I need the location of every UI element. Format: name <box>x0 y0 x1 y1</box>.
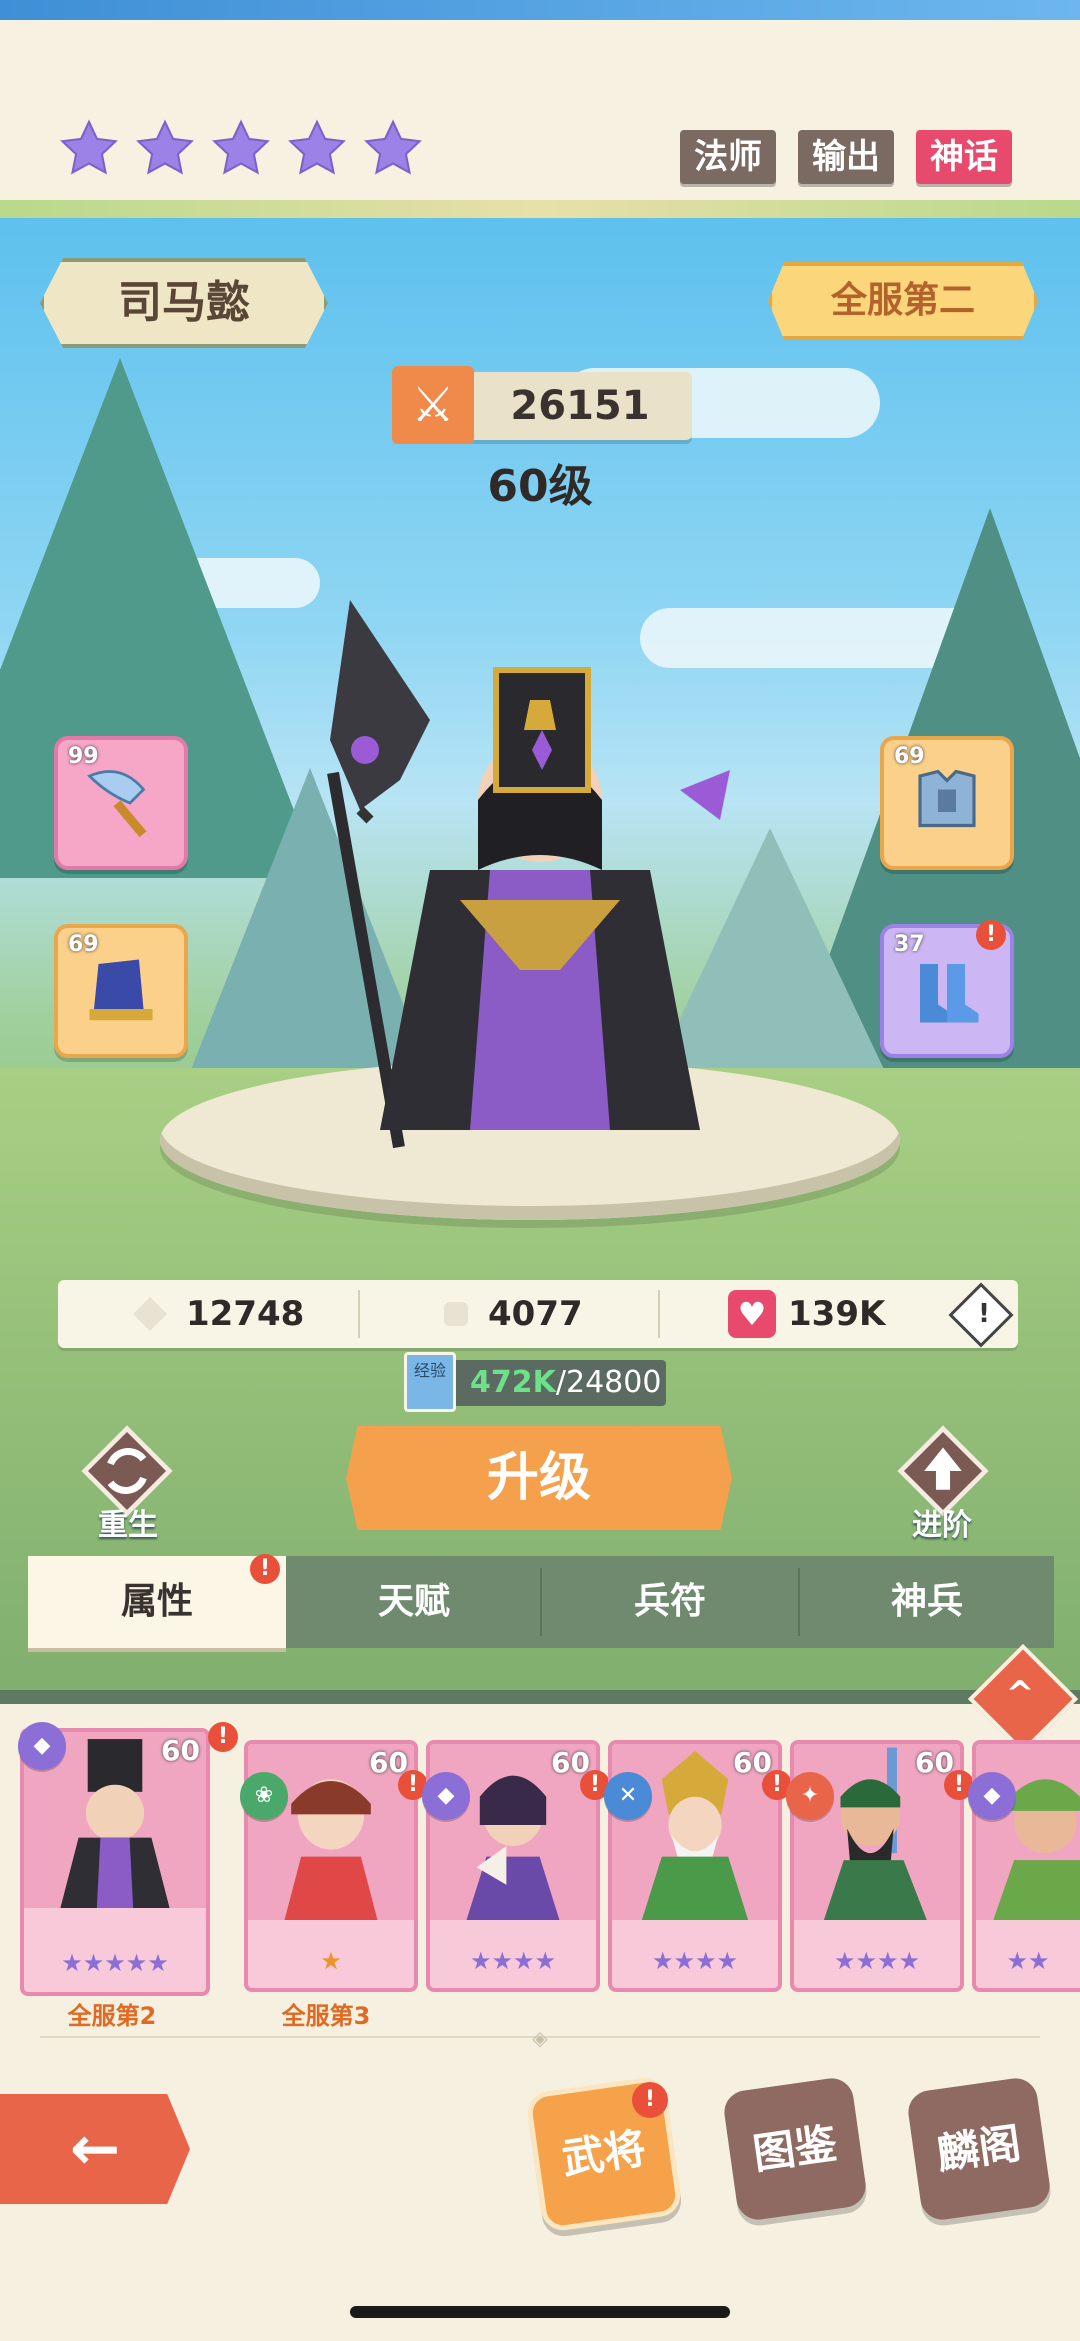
faction-icon: ❀ <box>240 1772 288 1820</box>
top-status-strip <box>0 0 1080 20</box>
hero-level: 60级 <box>487 461 593 512</box>
hero-character-sima-yi[interactable] <box>260 570 820 1190</box>
faction-icon: ◆ <box>968 1772 1016 1820</box>
combat-power-value: 26151 <box>510 383 650 429</box>
detail-tabs: 属性 天赋 兵符 神兵 <box>28 1556 1054 1648</box>
star-icon <box>362 118 424 180</box>
faction-icon: ◆ <box>18 1722 66 1770</box>
star-icon <box>134 118 196 180</box>
stat-hp: 139K <box>788 1294 886 1334</box>
tag-role: 输出 <box>798 130 894 184</box>
boots-icon <box>920 964 979 1023</box>
card-stars: ★★ <box>1006 1947 1050 1975</box>
hero-name-plate: 司马懿 <box>40 258 328 348</box>
info-icon-glyph: ! <box>978 1299 990 1329</box>
tag-rarity: 神话 <box>916 130 1012 184</box>
shield-stat-icon <box>444 1302 468 1326</box>
scene-top-band <box>0 200 1080 218</box>
exp-scroll-icon: 经验 <box>404 1352 456 1412</box>
alert-badge: ! <box>976 920 1006 950</box>
card-level: 60 <box>161 1734 200 1767</box>
card-stars: ★★★★ <box>833 1947 921 1975</box>
advance-label: 进阶 <box>912 1508 972 1543</box>
hero-portrait <box>976 1744 1080 1920</box>
star-icon <box>210 118 272 180</box>
chevron-up-icon: ^ <box>1005 1674 1035 1714</box>
rebirth-label: 重生 <box>98 1508 158 1543</box>
stat-divider <box>358 1290 360 1338</box>
equip-slot-armor[interactable]: 69 <box>880 736 1014 870</box>
tab-attributes[interactable]: 属性 <box>28 1556 286 1648</box>
exp-current: 472K <box>470 1365 556 1400</box>
nav-alert-badge: ! <box>632 2082 668 2118</box>
heart-icon: ♥ <box>728 1290 776 1338</box>
faction-icon: ✦ <box>786 1772 834 1820</box>
star-icon <box>58 118 120 180</box>
exp-values: 472K/24800 <box>470 1360 670 1406</box>
card-rank-label: 全服第2 <box>67 2002 157 2030</box>
stat-divider <box>658 1290 660 1338</box>
tag-class: 法师 <box>680 130 776 184</box>
star-icon <box>286 118 348 180</box>
faction-icon: ✕ <box>604 1772 652 1820</box>
card-stars: ★★★★ <box>651 1947 739 1975</box>
card-stars: ★★★★ <box>469 1947 557 1975</box>
fan-weapon-icon <box>87 770 147 838</box>
sword-stat-icon <box>133 1297 167 1331</box>
tab-tally[interactable]: 兵符 <box>542 1556 798 1648</box>
exp-required: /24800 <box>555 1365 662 1400</box>
card-rank-label: 全服第3 <box>281 2002 371 2030</box>
upgrade-button[interactable]: 升级 <box>346 1426 732 1530</box>
nav-codex-button[interactable]: 图鉴 <box>721 2075 869 2223</box>
card-stars: ★★★★★ <box>61 1949 169 1977</box>
back-button[interactable]: ← <box>0 2094 190 2204</box>
hat-icon <box>89 959 153 1021</box>
card-stars: ★ <box>320 1947 342 1975</box>
tab-alert-badge: ! <box>250 1554 280 1584</box>
ornament-icon: ◈ <box>532 2026 548 2050</box>
crossed-swords-icon: ⚔ <box>392 366 474 444</box>
hero-stats-bar: 12748 4077 ♥ 139K ! <box>58 1280 1018 1348</box>
stat-defense: 4077 <box>488 1294 583 1334</box>
tab-talent[interactable]: 天赋 <box>286 1556 542 1648</box>
equip-slot-weapon[interactable]: 99 <box>54 736 188 870</box>
stat-attack: 12748 <box>186 1294 305 1334</box>
faction-icon: ◆ <box>422 1772 470 1820</box>
server-rank-badge[interactable]: 全服第二 <box>768 262 1038 340</box>
nav-pavilion-button[interactable]: 麟阁 <box>905 2075 1053 2223</box>
card-alert-badge: ! <box>208 1722 238 1752</box>
tab-divine-weapon[interactable]: 神兵 <box>800 1556 1054 1648</box>
armor-icon <box>918 769 976 828</box>
roster-top-band <box>0 1690 1080 1704</box>
equip-slot-boots[interactable]: 37 ! <box>880 920 1014 1058</box>
equip-slot-helmet[interactable]: 69 <box>54 924 188 1058</box>
home-indicator[interactable] <box>350 2306 730 2318</box>
